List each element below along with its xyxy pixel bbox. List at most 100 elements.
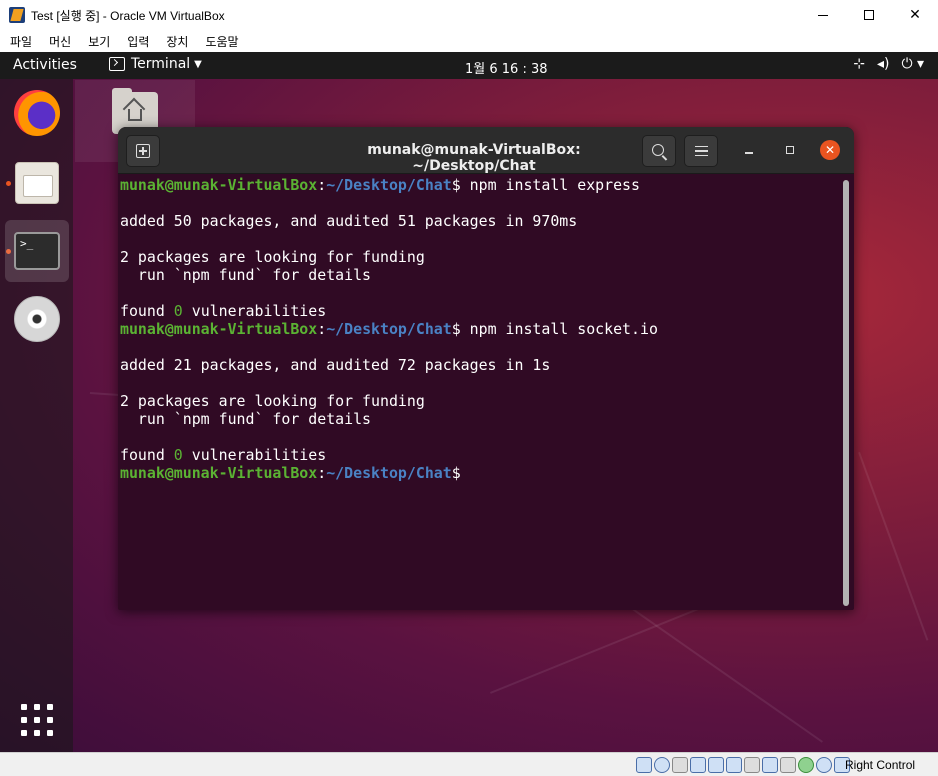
usb-icon[interactable]	[708, 757, 724, 773]
dock-cd[interactable]	[5, 288, 69, 350]
search-icon	[651, 143, 664, 156]
volume-icon: ◂)	[876, 56, 890, 72]
new-tab-icon	[136, 144, 150, 158]
terminal-close-button[interactable]: ✕	[820, 140, 840, 160]
app-menu[interactable]: Terminal ▼	[109, 56, 202, 72]
system-tray[interactable]: ⊹ ◂) ⏻ ▾	[853, 56, 924, 72]
clock[interactable]: 1월 6 16 : 38	[465, 58, 548, 77]
dock-files[interactable]	[5, 152, 69, 214]
harddisk-icon[interactable]	[636, 757, 652, 773]
prompt-separator: :	[317, 464, 327, 482]
terminal-line: munak@munak-VirtualBox:~/Desktop/Chat$ n…	[120, 176, 840, 194]
window-controls: ✕	[800, 0, 938, 30]
terminal-line: 2 packages are looking for funding	[120, 248, 840, 266]
terminal-headerbar: munak@munak-VirtualBox: ~/Desktop/Chat ✕	[118, 127, 854, 174]
prompt-path: ~/Desktop/Chat	[326, 320, 452, 338]
output-text: run `npm fund` for details	[120, 266, 372, 284]
terminal-minimize-button[interactable]	[740, 141, 758, 159]
terminal-line: munak@munak-VirtualBox:~/Desktop/Chat$	[120, 464, 840, 482]
terminal-line: 2 packages are looking for funding	[120, 392, 840, 410]
mouse-integration-icon[interactable]	[816, 757, 832, 773]
terminal-line: found 0 vulnerabilities	[120, 446, 840, 464]
output-text: found	[120, 302, 174, 320]
new-tab-button[interactable]	[126, 135, 160, 167]
optical-drive-icon[interactable]	[654, 757, 670, 773]
firefox-icon	[14, 90, 60, 136]
menu-button[interactable]	[684, 135, 718, 167]
vbox-titlebar: Test [실행 중] - Oracle VM VirtualBox ✕	[0, 0, 938, 30]
output-text: run `npm fund` for details	[120, 410, 372, 428]
menu-file[interactable]: 파일	[10, 33, 32, 50]
terminal-output[interactable]: munak@munak-VirtualBox:~/Desktop/Chat$ n…	[120, 174, 840, 610]
output-text: 2 packages are looking for funding	[120, 248, 425, 266]
dock-firefox[interactable]	[5, 82, 69, 144]
prompt-separator: :	[317, 176, 327, 194]
terminal-line: added 21 packages, and audited 72 packag…	[120, 356, 840, 374]
prompt-path: ~/Desktop/Chat	[326, 464, 452, 482]
menu-view[interactable]: 보기	[88, 33, 110, 50]
guest-screen[interactable]: Activities Terminal ▼ 1월 6 16 : 38 ⊹ ◂) …	[0, 52, 938, 752]
terminal-scrollbar[interactable]	[843, 180, 849, 606]
menu-help[interactable]: 도움말	[205, 33, 238, 50]
maximize-icon	[786, 146, 794, 154]
output-text: found	[120, 446, 174, 464]
minimize-icon	[745, 152, 753, 154]
network-adapter-icon[interactable]	[690, 757, 706, 773]
terminal-icon	[109, 57, 125, 71]
home-icon	[128, 109, 142, 121]
menu-input[interactable]: 입력	[127, 33, 149, 50]
prompt-user: munak@munak-VirtualBox	[120, 464, 318, 482]
vbox-statusbar: Right Control	[0, 752, 938, 776]
menu-machine[interactable]: 머신	[49, 33, 71, 50]
hamburger-icon	[694, 146, 708, 156]
status-icons	[636, 757, 850, 773]
maximize-button[interactable]	[846, 0, 892, 30]
gnome-topbar: Activities Terminal ▼ 1월 6 16 : 38 ⊹ ◂) …	[0, 52, 938, 79]
terminal-line: run `npm fund` for details	[120, 410, 840, 428]
terminal-app-icon: >_	[14, 232, 60, 270]
prompt-symbol: $	[451, 176, 461, 194]
display-icon[interactable]	[744, 757, 760, 773]
wallpaper-line	[608, 592, 823, 743]
dock: >_	[0, 79, 73, 752]
output-text: vulnerabilities	[182, 302, 327, 320]
recording-icon[interactable]	[762, 757, 778, 773]
minimize-icon	[818, 14, 828, 16]
show-applications-icon[interactable]	[21, 704, 53, 736]
search-button[interactable]	[642, 135, 676, 167]
virtualbox-icon	[9, 7, 25, 23]
files-icon	[15, 162, 59, 204]
terminal-line: run `npm fund` for details	[120, 266, 840, 284]
cpu-icon[interactable]	[780, 757, 796, 773]
terminal-title: munak@munak-VirtualBox: ~/Desktop/Chat	[367, 142, 581, 174]
close-icon: ✕	[824, 143, 836, 157]
terminal-line: munak@munak-VirtualBox:~/Desktop/Chat$ n…	[120, 320, 840, 338]
output-text: added 21 packages, and audited 72 packag…	[120, 356, 551, 374]
guest-additions-icon[interactable]	[798, 757, 814, 773]
terminal-line: added 50 packages, and audited 51 packag…	[120, 212, 840, 230]
command-text: npm install express	[460, 176, 640, 194]
dock-terminal[interactable]: >_	[5, 220, 69, 282]
activities-button[interactable]: Activities	[13, 57, 77, 73]
audio-icon[interactable]	[672, 757, 688, 773]
menu-devices[interactable]: 장치	[166, 33, 188, 50]
prompt-user: munak@munak-VirtualBox	[120, 176, 318, 194]
prompt-user: munak@munak-VirtualBox	[120, 320, 318, 338]
caret-down-icon: ▼	[194, 58, 202, 70]
maximize-icon	[864, 10, 874, 20]
wallpaper-line	[858, 452, 929, 641]
minimize-button[interactable]	[800, 0, 846, 30]
shared-folders-icon[interactable]	[726, 757, 742, 773]
close-button[interactable]: ✕	[892, 0, 938, 30]
output-text: vulnerabilities	[182, 446, 327, 464]
terminal-line: found 0 vulnerabilities	[120, 302, 840, 320]
command-text: npm install socket.io	[460, 320, 658, 338]
prompt-symbol: $	[451, 320, 461, 338]
terminal-window[interactable]: munak@munak-VirtualBox: ~/Desktop/Chat ✕…	[118, 127, 854, 610]
terminal-maximize-button[interactable]	[781, 141, 799, 159]
